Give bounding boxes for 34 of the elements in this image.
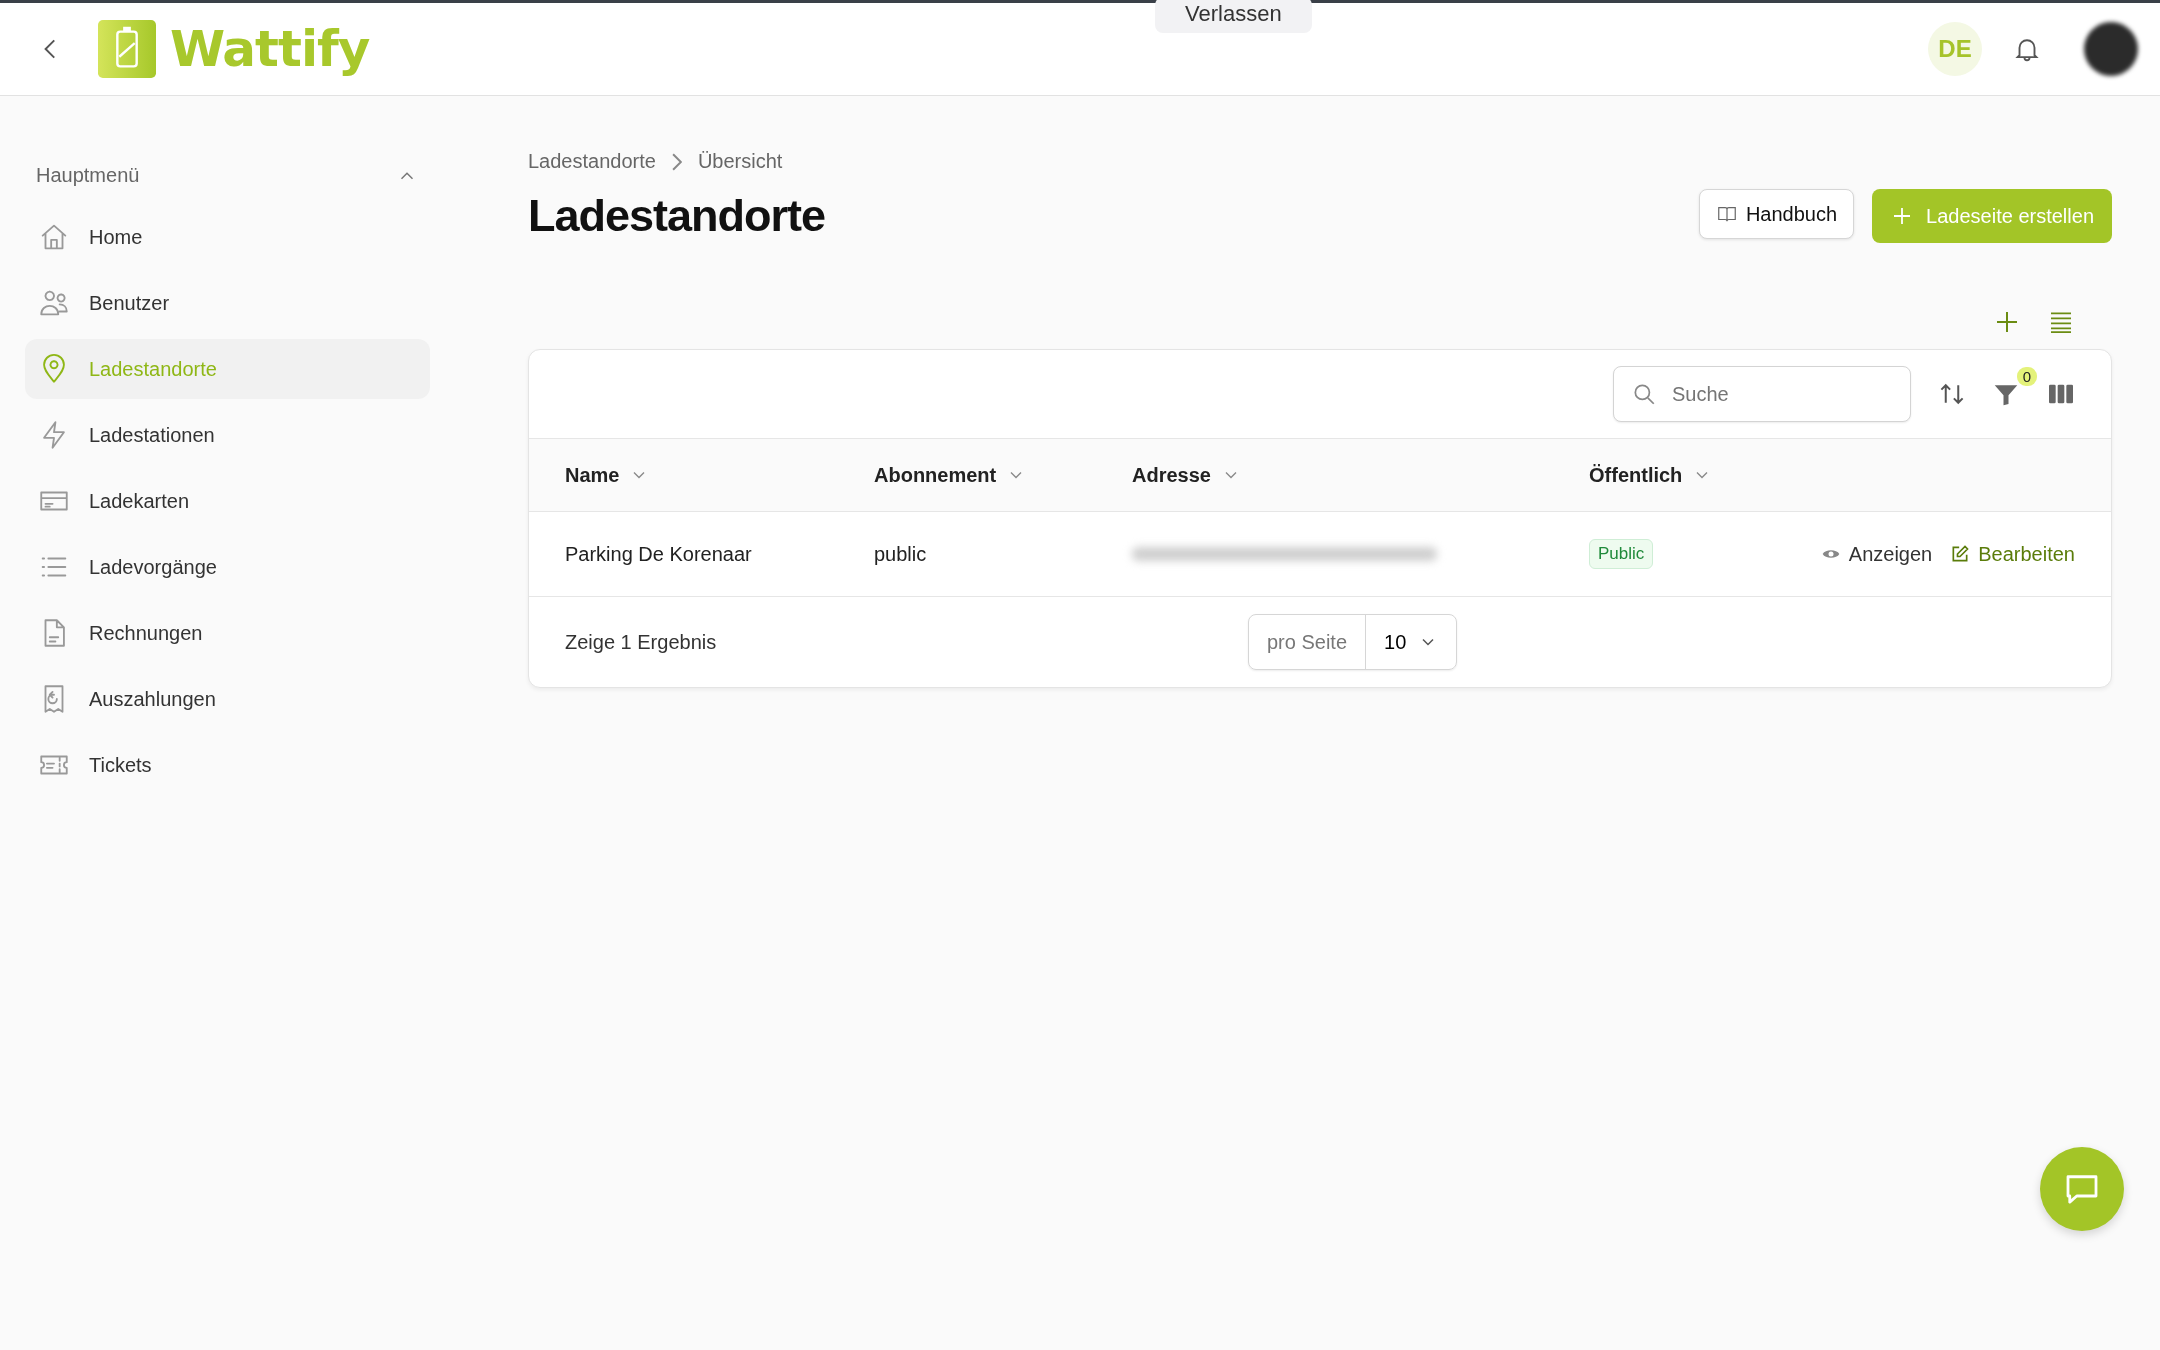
view-link[interactable]: Anzeigen <box>1820 542 1933 566</box>
result-count: Zeige 1 Ergebnis <box>565 630 718 654</box>
sidebar-item[interactable]: Benutzer <box>25 273 430 333</box>
table-cell-text: Parking De Korenaar <box>565 542 753 566</box>
table-cell-text: public <box>874 542 928 566</box>
manual-button[interactable]: Handbuch <box>1698 189 1855 239</box>
status-badge: Public <box>1589 539 1654 569</box>
logo-text: Wattify <box>170 20 370 78</box>
breadcrumb-link[interactable]: Ladestandorte <box>528 150 656 173</box>
sidebar-item[interactable]: Home <box>25 207 430 267</box>
column-header[interactable]: Name <box>565 463 650 487</box>
avatar[interactable] <box>2084 22 2138 76</box>
sidebar-item[interactable]: Ladestationen <box>25 405 430 465</box>
column-header[interactable]: Adresse <box>1132 463 1241 487</box>
sidebar-item[interactable]: Ladevorgänge <box>25 537 430 597</box>
search-field[interactable]: Suche <box>1613 366 1911 422</box>
filter-count-badge: 0 <box>2016 367 2037 386</box>
leave-button[interactable]: Verlassen <box>1155 0 1312 33</box>
column-header[interactable]: Öffentlich <box>1589 463 1713 487</box>
sidebar-item[interactable]: Ladekarten <box>25 471 430 531</box>
battery-logo-icon <box>98 20 156 78</box>
breadcrumb-link[interactable]: Übersicht <box>697 150 783 173</box>
chevron-right-icon <box>671 152 682 171</box>
per-page-label: pro Seite <box>1249 615 1367 669</box>
edit-icon <box>1950 544 1971 564</box>
edit-link[interactable]: Bearbeiten <box>1950 542 2075 566</box>
sidebar-item[interactable]: Auszahlungen <box>25 669 430 729</box>
sidebar-item[interactable]: Rechnungen <box>25 603 430 663</box>
sidebar-item[interactable]: Tickets <box>25 735 430 795</box>
search-icon <box>1631 381 1657 407</box>
per-page-select[interactable]: 10 <box>1366 630 1457 654</box>
section-title: Hauptmenü <box>36 164 140 187</box>
column-header[interactable]: Abonnement <box>874 463 1027 487</box>
page-title: Ladestandorte <box>528 190 826 242</box>
